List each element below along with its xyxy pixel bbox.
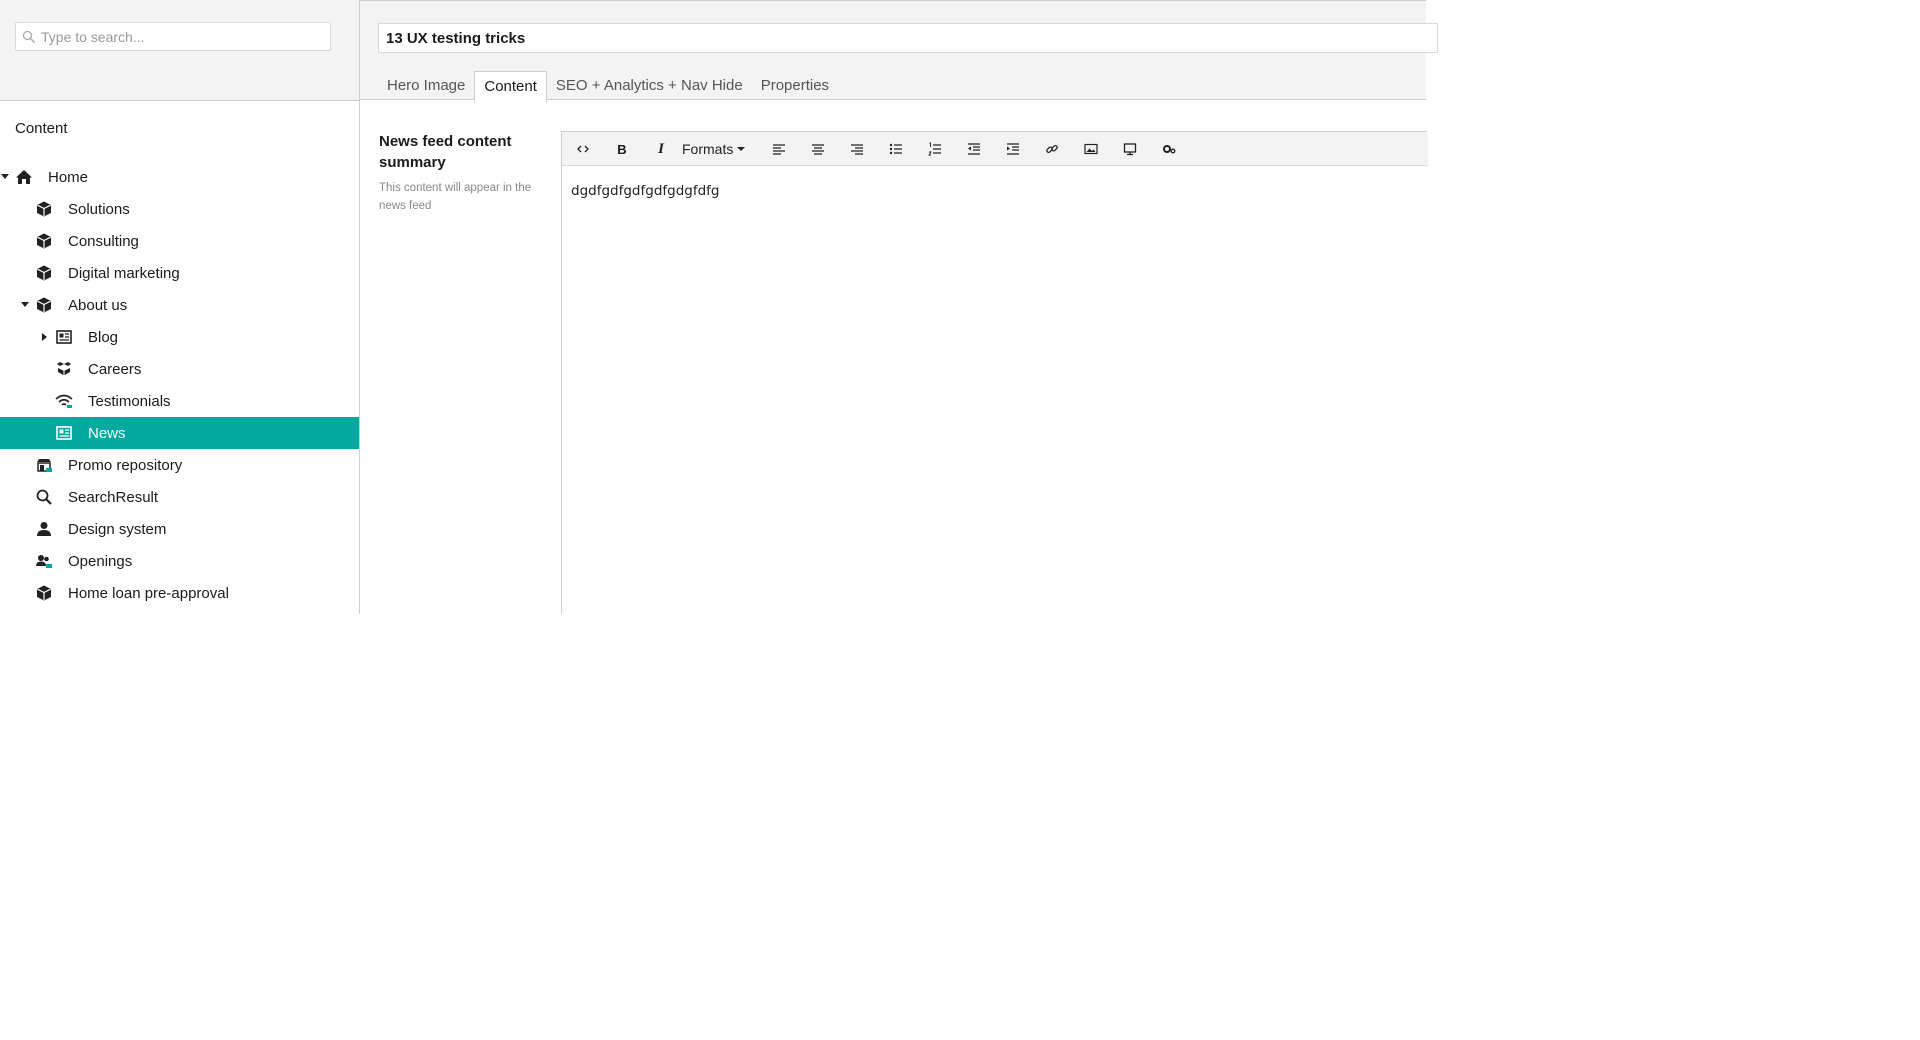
formats-label: Formats — [682, 141, 734, 157]
align-right-button[interactable] — [846, 138, 868, 160]
home-icon — [16, 170, 32, 184]
tree-item-label: News — [88, 425, 126, 442]
tree-item-label: About us — [68, 297, 128, 314]
caret-down-icon[interactable] — [21, 301, 29, 309]
tree-item-searchresult[interactable]: SearchResult — [0, 481, 359, 513]
document-title-input[interactable] — [378, 23, 1438, 53]
rich-text-editor: B I Formats dgdfgdfgdfgdfgdgfdfg — [561, 131, 1428, 614]
tree-item-label: Home — [48, 169, 89, 186]
tree-item-label: Blog — [88, 329, 119, 346]
search-icon — [22, 30, 36, 44]
tree-item-label: Openings — [68, 553, 133, 570]
outdent-button[interactable] — [963, 138, 985, 160]
tree-item-blog[interactable]: Blog — [0, 321, 359, 353]
tree-item-openings[interactable]: Openings — [0, 545, 359, 577]
field-description: This content will appear in the news fee… — [379, 182, 532, 212]
newspaper-icon — [56, 426, 72, 440]
tree-item-label: Design system — [68, 521, 167, 538]
content-sidebar: Content Home Solutions Consu — [0, 0, 360, 614]
bold-icon: B — [617, 141, 627, 157]
tree-item-label: SearchResult — [68, 489, 159, 506]
search-input[interactable] — [41, 23, 321, 50]
tree-item-design-system[interactable]: Design system — [0, 513, 359, 545]
image-icon — [1084, 143, 1098, 155]
code-button[interactable] — [572, 138, 594, 160]
newspaper-icon — [56, 330, 72, 344]
editor-toolbar: B I Formats — [562, 132, 1428, 166]
macro-icon — [1163, 145, 1176, 154]
link-icon — [1046, 144, 1058, 154]
tree-item-about-us[interactable]: About us — [0, 289, 359, 321]
cube-icon — [37, 233, 51, 249]
field-label: News feed content summary — [379, 133, 512, 171]
tree-item-label: Home loan pre-approval — [68, 585, 229, 602]
cube-icon — [37, 297, 51, 313]
section-title: Content — [15, 120, 68, 137]
caret-down-icon — [737, 147, 746, 151]
link-button[interactable] — [1041, 138, 1063, 160]
cube-icon — [37, 201, 51, 217]
tree-item-home-loan-pre-approval[interactable]: Home loan pre-approval — [0, 577, 359, 609]
user-icon — [37, 522, 51, 536]
italic-icon: I — [658, 140, 664, 157]
tree-item-label: Solutions — [68, 201, 130, 218]
formats-dropdown[interactable]: Formats — [682, 138, 746, 160]
cube-icon — [37, 585, 51, 601]
embed-button[interactable] — [1119, 138, 1141, 160]
bullet-list-button[interactable] — [885, 138, 907, 160]
numbered-list-icon — [928, 142, 941, 156]
tree-item-news[interactable]: News — [0, 417, 359, 449]
tab-hero-image[interactable]: Hero Image — [378, 71, 474, 101]
macro-button[interactable] — [1158, 138, 1180, 160]
boxes-icon — [57, 362, 71, 376]
tree-item-digital-marketing[interactable]: Digital marketing — [0, 257, 359, 289]
caret-down-icon[interactable] — [1, 173, 9, 181]
caret-right-icon[interactable] — [41, 333, 49, 341]
search-box[interactable] — [15, 22, 331, 51]
align-right-icon — [851, 144, 863, 155]
cube-icon — [37, 265, 51, 281]
embed-icon — [1123, 143, 1137, 156]
align-center-button[interactable] — [807, 138, 829, 160]
content-tree: Home Solutions Consulting Digital market… — [0, 161, 359, 609]
tree-item-testimonials[interactable]: Testimonials — [0, 385, 359, 417]
tree-item-careers[interactable]: Careers — [0, 353, 359, 385]
align-left-button[interactable] — [768, 138, 790, 160]
tab-content[interactable]: Content — [474, 71, 547, 103]
wifi-icon — [55, 394, 73, 408]
code-icon — [577, 145, 589, 153]
bullet-list-icon — [889, 143, 902, 155]
align-center-icon — [812, 144, 824, 155]
tab-seo-analytics-nav-hide[interactable]: SEO + Analytics + Nav Hide — [547, 71, 752, 101]
tree-item-label: Careers — [88, 361, 142, 378]
bold-button[interactable]: B — [611, 138, 633, 160]
content-tabs: Hero Image Content SEO + Analytics + Nav… — [378, 71, 838, 103]
outdent-icon — [968, 143, 980, 155]
editor-body[interactable]: dgdfgdfgdfgdfgdgfdfg — [571, 183, 720, 199]
tree-item-label: Promo repository — [68, 457, 183, 474]
tab-properties[interactable]: Properties — [752, 71, 838, 101]
sidebar-search-area — [0, 0, 359, 101]
store-icon — [37, 459, 52, 472]
tree-item-label: Consulting — [68, 233, 139, 250]
search-icon — [36, 489, 52, 505]
tree-item-label: Digital marketing — [68, 265, 180, 282]
tree-item-promo-repository[interactable]: Promo repository — [0, 449, 359, 481]
image-button[interactable] — [1080, 138, 1102, 160]
editor-header: Hero Image Content SEO + Analytics + Nav… — [360, 0, 1438, 103]
tree-item-label: Testimonials — [88, 393, 171, 410]
indent-icon — [1007, 143, 1019, 155]
tree-item-consulting[interactable]: Consulting — [0, 225, 359, 257]
users-icon — [36, 555, 52, 568]
numbered-list-button[interactable] — [924, 138, 946, 160]
tree-item-solutions[interactable]: Solutions — [0, 193, 359, 225]
align-left-icon — [773, 144, 785, 155]
indent-button[interactable] — [1002, 138, 1024, 160]
tree-item-home[interactable]: Home — [0, 161, 359, 193]
italic-button[interactable]: I — [650, 138, 672, 160]
